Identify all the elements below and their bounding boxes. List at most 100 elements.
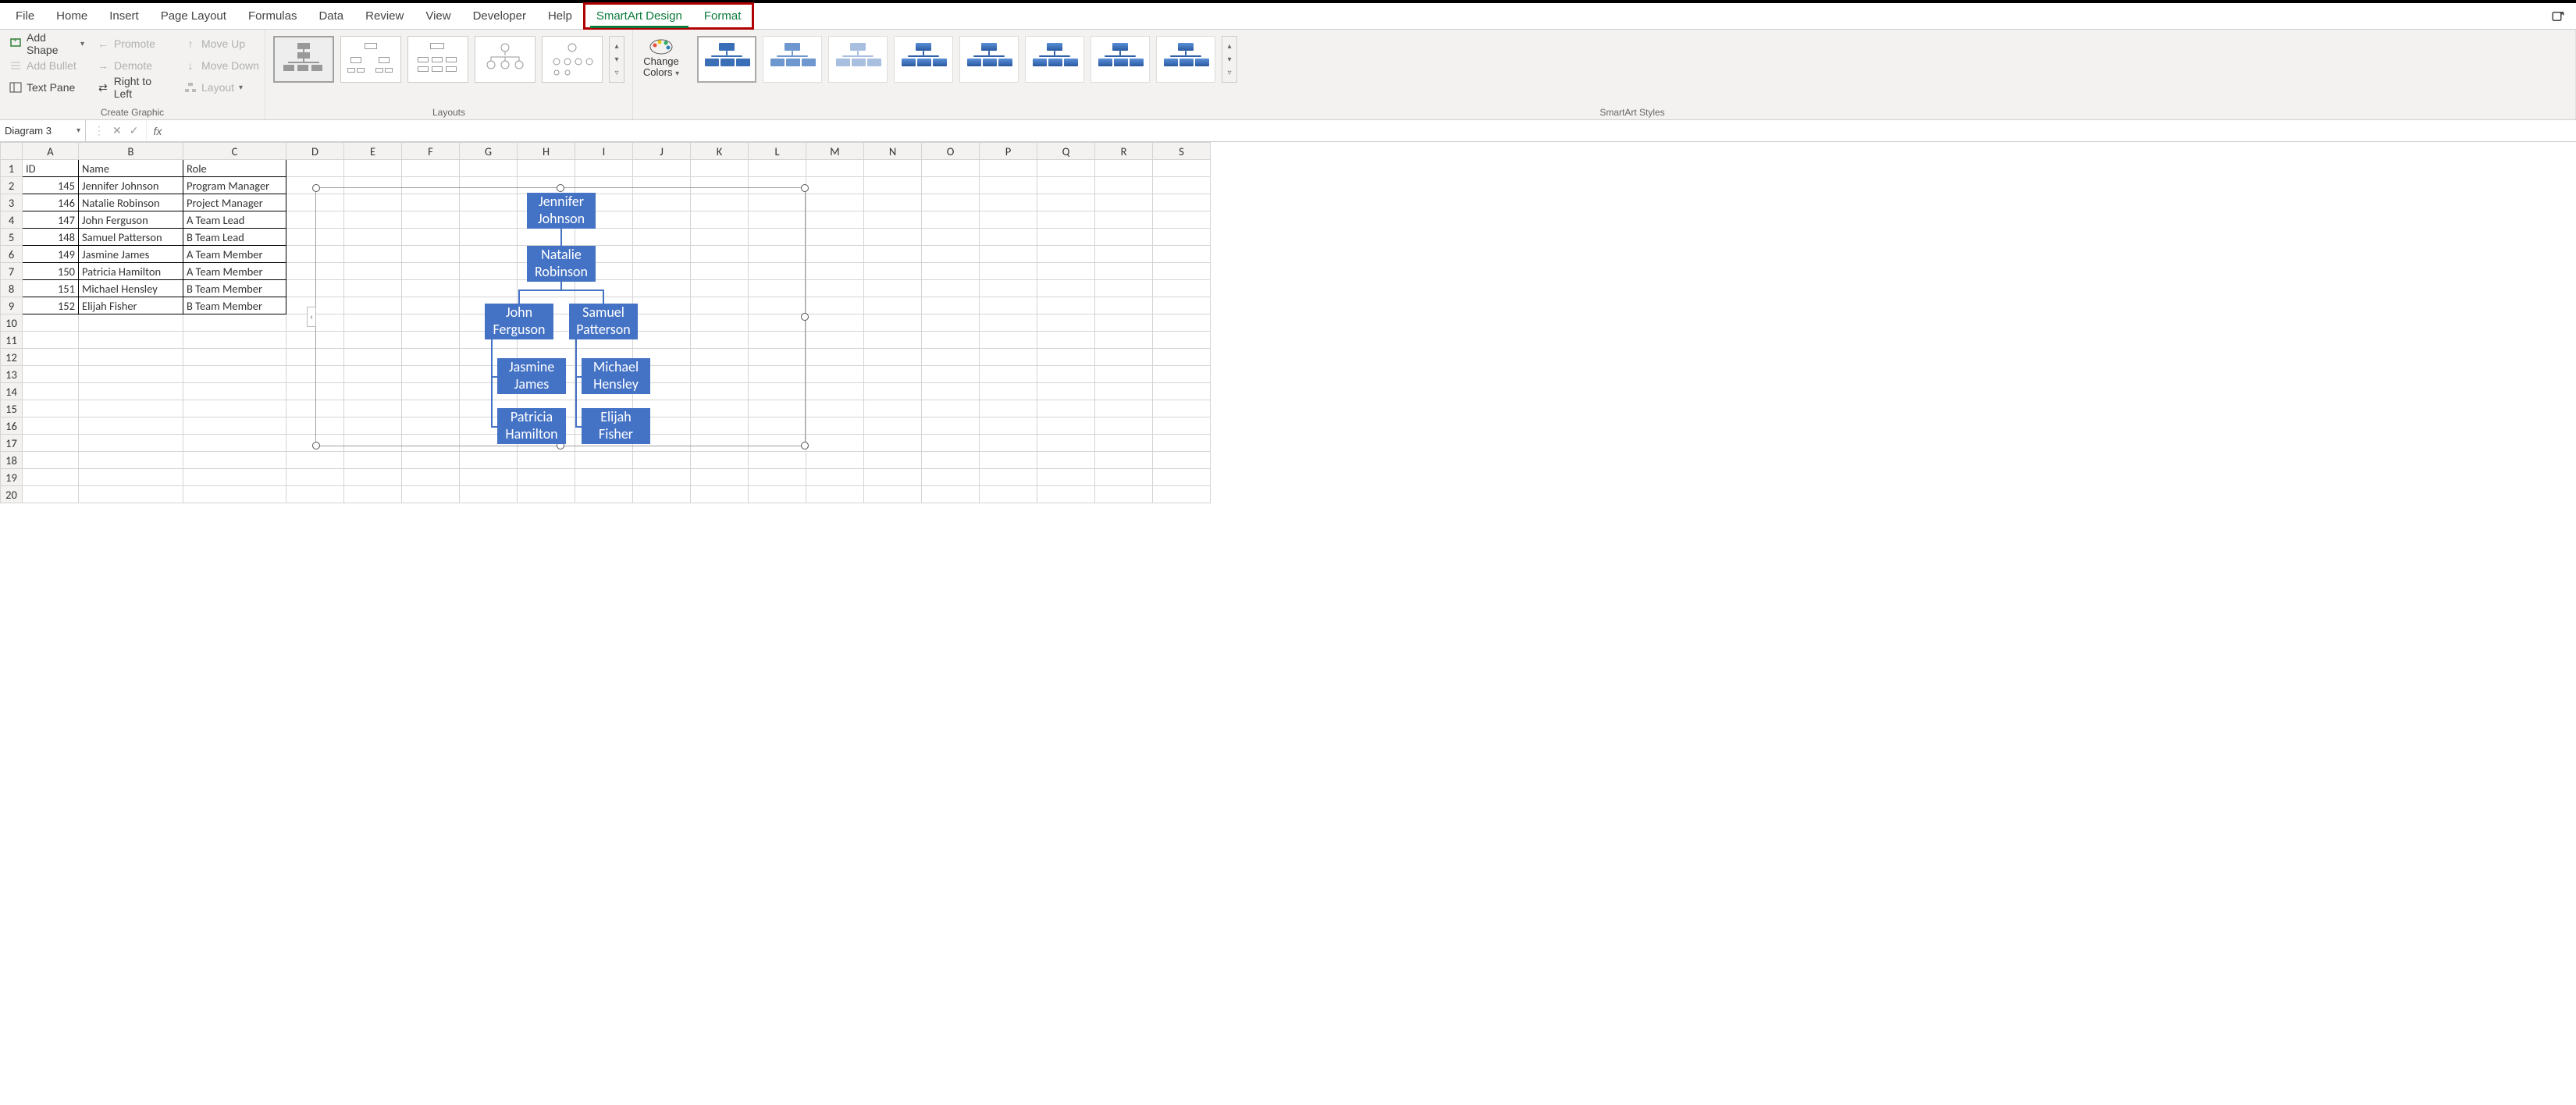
- cell-F19[interactable]: [402, 469, 460, 486]
- fx-label[interactable]: fx: [147, 120, 168, 141]
- cell-R15[interactable]: [1095, 400, 1153, 417]
- cell-P1[interactable]: [980, 160, 1037, 177]
- org-node[interactable]: JohnFerguson: [485, 304, 553, 339]
- cell-A16[interactable]: [23, 417, 79, 435]
- row-header-1[interactable]: 1: [1, 160, 23, 177]
- cell-M10[interactable]: [806, 314, 864, 332]
- cell-S8[interactable]: [1153, 280, 1211, 297]
- cell-M18[interactable]: [806, 452, 864, 469]
- org-node[interactable]: MichaelHensley: [582, 358, 650, 394]
- cell-Q17[interactable]: [1037, 435, 1095, 452]
- share-icon[interactable]: [2551, 9, 2565, 23]
- cell-M11[interactable]: [806, 332, 864, 349]
- smartart-frame[interactable]: ‹ JenniferJohnsonNatalieRobinsonJohnFerg…: [315, 187, 806, 446]
- column-header-M[interactable]: M: [806, 143, 864, 160]
- row-header-17[interactable]: 17: [1, 435, 23, 452]
- cell-A14[interactable]: [23, 383, 79, 400]
- cell-P16[interactable]: [980, 417, 1037, 435]
- cell-M5[interactable]: [806, 229, 864, 246]
- cell-E18[interactable]: [344, 452, 402, 469]
- column-header-O[interactable]: O: [922, 143, 980, 160]
- cell-B18[interactable]: [79, 452, 183, 469]
- cell-B15[interactable]: [79, 400, 183, 417]
- cell-C17[interactable]: [183, 435, 286, 452]
- cell-Q11[interactable]: [1037, 332, 1095, 349]
- resize-handle-nw[interactable]: [312, 184, 320, 192]
- cell-R20[interactable]: [1095, 486, 1153, 503]
- cell-Q6[interactable]: [1037, 246, 1095, 263]
- cell-M17[interactable]: [806, 435, 864, 452]
- cell-M1[interactable]: [806, 160, 864, 177]
- cell-P11[interactable]: [980, 332, 1037, 349]
- cell-C14[interactable]: [183, 383, 286, 400]
- style-option-8[interactable]: [1156, 36, 1215, 83]
- cell-C7[interactable]: A Team Member: [183, 263, 286, 280]
- cell-Q9[interactable]: [1037, 297, 1095, 314]
- cell-K20[interactable]: [691, 486, 749, 503]
- cell-S7[interactable]: [1153, 263, 1211, 280]
- cell-Q2[interactable]: [1037, 177, 1095, 194]
- cell-B14[interactable]: [79, 383, 183, 400]
- row-header-2[interactable]: 2: [1, 177, 23, 194]
- cell-B12[interactable]: [79, 349, 183, 366]
- cell-A13[interactable]: [23, 366, 79, 383]
- layout-option-4[interactable]: [475, 36, 535, 83]
- cell-P4[interactable]: [980, 211, 1037, 229]
- cell-A20[interactable]: [23, 486, 79, 503]
- cell-A1[interactable]: ID: [23, 160, 79, 177]
- tab-home[interactable]: Home: [45, 5, 98, 27]
- row-header-4[interactable]: 4: [1, 211, 23, 229]
- cell-K19[interactable]: [691, 469, 749, 486]
- resize-handle-n[interactable]: [557, 184, 564, 192]
- tab-help[interactable]: Help: [537, 5, 583, 27]
- cell-Q20[interactable]: [1037, 486, 1095, 503]
- cell-N3[interactable]: [864, 194, 922, 211]
- cell-C4[interactable]: A Team Lead: [183, 211, 286, 229]
- cell-J20[interactable]: [633, 486, 691, 503]
- cell-O20[interactable]: [922, 486, 980, 503]
- cell-H19[interactable]: [518, 469, 575, 486]
- cancel-formula-icon[interactable]: ✕: [112, 124, 122, 137]
- tab-review[interactable]: Review: [354, 5, 415, 27]
- cell-C3[interactable]: Project Manager: [183, 194, 286, 211]
- cell-B7[interactable]: Patricia Hamilton: [79, 263, 183, 280]
- cell-S19[interactable]: [1153, 469, 1211, 486]
- cell-A5[interactable]: 148: [23, 229, 79, 246]
- cell-P9[interactable]: [980, 297, 1037, 314]
- cell-K1[interactable]: [691, 160, 749, 177]
- cell-M8[interactable]: [806, 280, 864, 297]
- cell-R8[interactable]: [1095, 280, 1153, 297]
- cell-C9[interactable]: B Team Member: [183, 297, 286, 314]
- cell-N1[interactable]: [864, 160, 922, 177]
- cell-B17[interactable]: [79, 435, 183, 452]
- layout-option-1[interactable]: [273, 36, 334, 83]
- cell-C16[interactable]: [183, 417, 286, 435]
- cell-N16[interactable]: [864, 417, 922, 435]
- cell-P2[interactable]: [980, 177, 1037, 194]
- cell-C15[interactable]: [183, 400, 286, 417]
- tab-file[interactable]: File: [5, 5, 45, 27]
- column-header-K[interactable]: K: [691, 143, 749, 160]
- row-header-6[interactable]: 6: [1, 246, 23, 263]
- cell-G19[interactable]: [460, 469, 518, 486]
- cell-S9[interactable]: [1153, 297, 1211, 314]
- change-colors-button[interactable]: Change Colors ▾: [638, 33, 685, 79]
- cell-C10[interactable]: [183, 314, 286, 332]
- cell-B10[interactable]: [79, 314, 183, 332]
- cell-R3[interactable]: [1095, 194, 1153, 211]
- cell-Q16[interactable]: [1037, 417, 1095, 435]
- row-header-12[interactable]: 12: [1, 349, 23, 366]
- cell-F18[interactable]: [402, 452, 460, 469]
- cell-L19[interactable]: [749, 469, 806, 486]
- cell-M7[interactable]: [806, 263, 864, 280]
- cell-O7[interactable]: [922, 263, 980, 280]
- chevron-down-icon[interactable]: ▾: [80, 40, 84, 48]
- cell-B5[interactable]: Samuel Patterson: [79, 229, 183, 246]
- cell-R12[interactable]: [1095, 349, 1153, 366]
- cell-A6[interactable]: 149: [23, 246, 79, 263]
- cell-A7[interactable]: 150: [23, 263, 79, 280]
- cell-M4[interactable]: [806, 211, 864, 229]
- cell-Q4[interactable]: [1037, 211, 1095, 229]
- cell-S4[interactable]: [1153, 211, 1211, 229]
- cell-M15[interactable]: [806, 400, 864, 417]
